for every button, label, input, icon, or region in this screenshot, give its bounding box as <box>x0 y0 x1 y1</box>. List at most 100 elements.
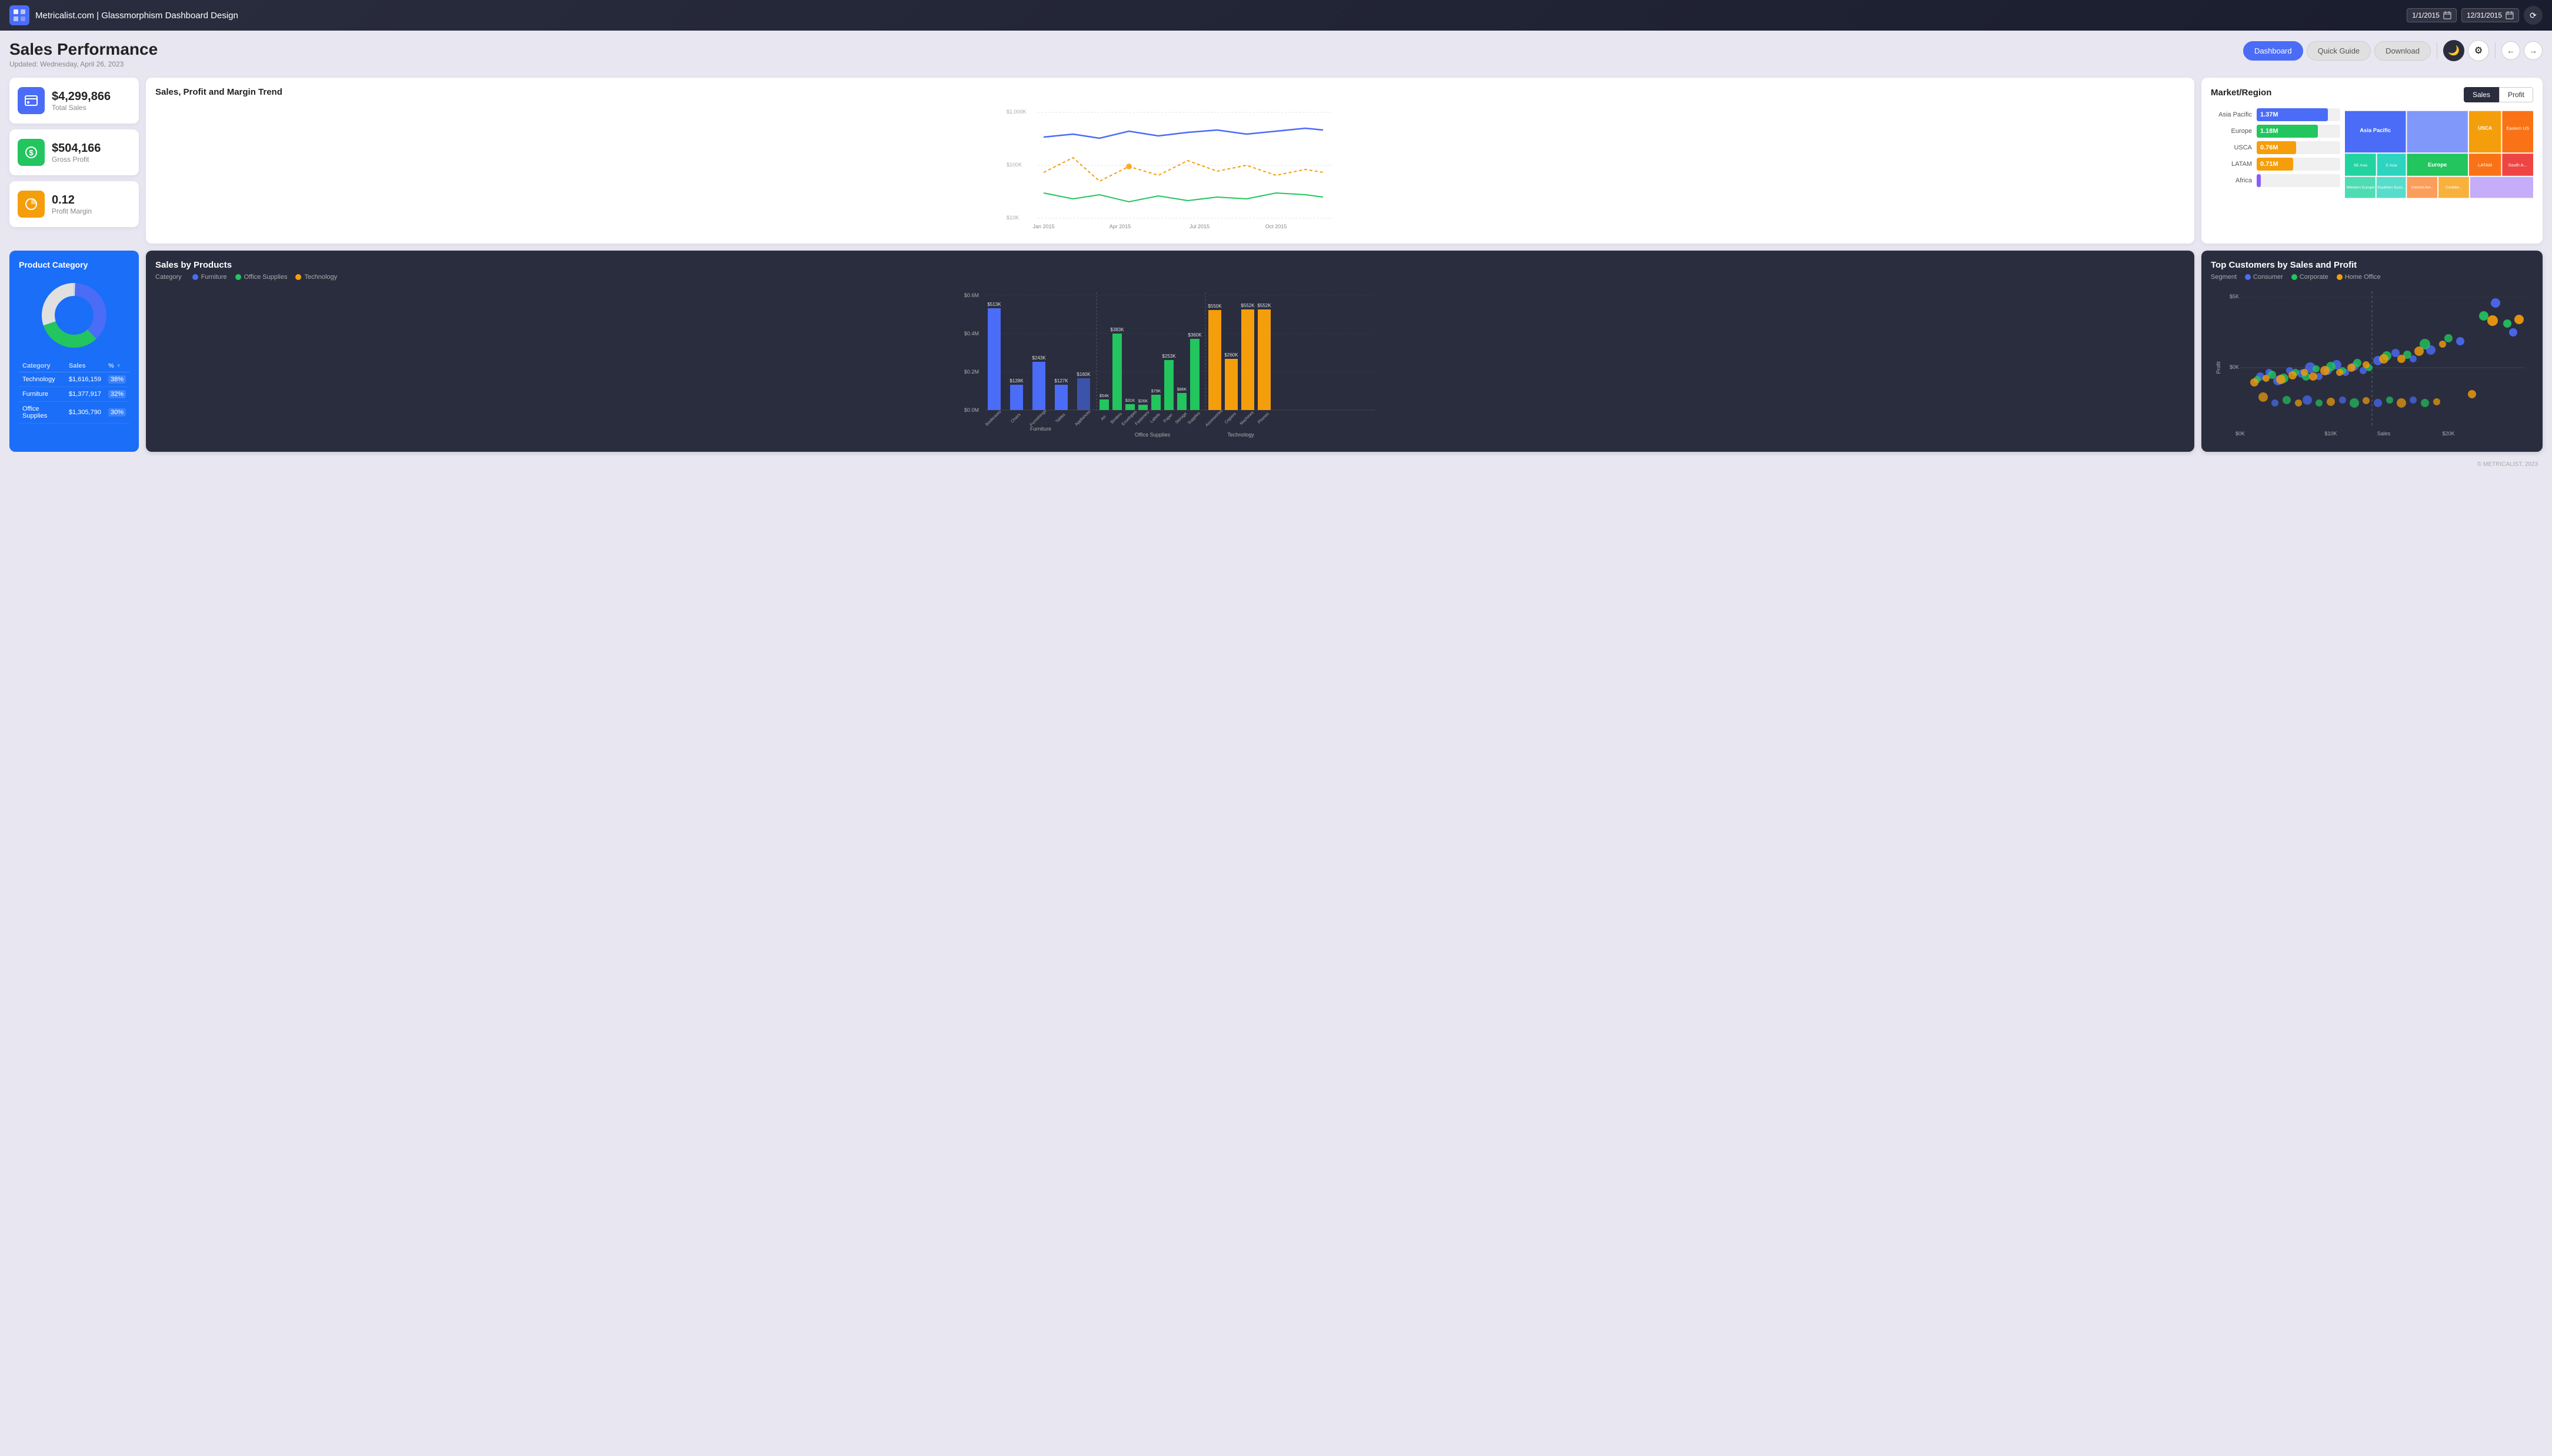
quick-guide-nav-btn[interactable]: Quick Guide <box>2307 41 2371 61</box>
svg-text:$26K: $26K <box>1138 399 1148 404</box>
profit-margin-label: Profit Margin <box>52 207 92 215</box>
bar-fill: 0.76M <box>2257 141 2296 154</box>
market-bar-list: Asia Pacific 1.37M Europe 1.18M USCA <box>2211 108 2340 202</box>
nav-back-btn[interactable]: ← <box>2501 41 2520 60</box>
svg-text:Southern Euro...: Southern Euro... <box>2377 185 2406 189</box>
svg-text:$54K: $54K <box>1100 394 1110 398</box>
bar-row-europe: Europe 1.18M <box>2211 125 2340 138</box>
bar-track <box>2257 174 2340 187</box>
date-end-input[interactable]: 12/31/2015 <box>2461 8 2519 22</box>
bar-chart-svg: $0.6M $0.4M $0.2M $0.0M $513K Bookcases … <box>155 286 2185 439</box>
svg-text:$0.6M: $0.6M <box>964 292 979 298</box>
dashboard-nav-btn[interactable]: Dashboard <box>2243 41 2303 61</box>
products-title: Sales by Products <box>155 260 2185 270</box>
svg-text:Technology: Technology <box>1227 432 1254 438</box>
app-header: Metricalist.com | Glassmorphism Dashboar… <box>0 0 2552 31</box>
refresh-icon-btn[interactable]: ⟳ <box>2524 6 2543 25</box>
category-table: Category Sales % ▼ Technology $1,616,159… <box>19 360 129 424</box>
svg-text:$10K: $10K <box>2324 431 2337 437</box>
product-category-title: Product Category <box>19 260 129 269</box>
page-subtitle: Updated: Wednesday, April 26, 2023 <box>9 60 158 68</box>
nav-forward-btn[interactable]: → <box>2524 41 2543 60</box>
treemap-svg: Asia Pacific USCA Eastern US SE Asia E A… <box>2345 108 2533 202</box>
svg-text:$552K: $552K <box>1241 303 1255 308</box>
svg-text:Binders: Binders <box>1110 412 1123 425</box>
app-title: Metricalist.com | Glassmorphism Dashboar… <box>35 11 238 21</box>
svg-text:$0K: $0K <box>2236 431 2245 437</box>
table-row: Furniture $1,377,917 32% <box>19 387 129 402</box>
top-customers-card: Top Customers by Sales and Profit Segmen… <box>2201 251 2543 452</box>
svg-text:$86K: $86K <box>1177 388 1187 392</box>
table-row: Technology $1,616,159 38% <box>19 372 129 387</box>
main-content: Sales Performance Updated: Wednesday, Ap… <box>0 31 2552 479</box>
svg-text:Jan 2015: Jan 2015 <box>1032 224 1054 229</box>
bar-fill: 1.18M <box>2257 125 2318 138</box>
svg-text:$243K: $243K <box>1032 355 1046 361</box>
col-pct-header: % ▼ <box>105 360 129 372</box>
treemap-container: Asia Pacific USCA Eastern US SE Asia E A… <box>2345 108 2533 202</box>
svg-text:$10K: $10K <box>1007 215 1019 221</box>
svg-text:Supplies: Supplies <box>1187 411 1201 425</box>
bar-fill: 1.37M <box>2257 108 2328 121</box>
kpi-column: $4,299,866 Total Sales $ $504,166 Gross … <box>9 78 139 244</box>
svg-text:Furniture: Furniture <box>1030 426 1051 432</box>
svg-text:Western Europe: Western Europe <box>2347 185 2375 189</box>
date-start-input[interactable]: 1/1/2015 <box>2407 8 2457 22</box>
scatter-svg: $5K $0K $0K $10K $20K Profit Sales <box>2211 285 2533 438</box>
bar-fill: 0.71M <box>2257 158 2293 171</box>
bar-label: Africa <box>2211 177 2252 184</box>
nav-divider-2 <box>2495 42 2496 59</box>
moon-icon-btn[interactable]: 🌙 <box>2443 40 2464 61</box>
total-sales-value: $4,299,866 <box>52 90 111 104</box>
product-category-card: Product Category <box>9 251 139 452</box>
total-sales-label: Total Sales <box>52 104 111 112</box>
svg-text:$0.4M: $0.4M <box>964 331 979 336</box>
svg-text:SE Asia: SE Asia <box>2354 164 2367 168</box>
market-toggle: Sales Profit <box>2464 87 2533 102</box>
col-sales-header: Sales <box>65 360 105 372</box>
svg-text:Eastern US: Eastern US <box>2506 126 2528 131</box>
bottom-grid: Product Category <box>9 251 2543 452</box>
svg-text:Accessories: Accessories <box>1205 409 1224 428</box>
sales-by-products-card: Sales by Products Category Furniture Off… <box>146 251 2194 452</box>
profit-margin-kpi: 0.12 Profit Margin <box>9 181 139 227</box>
svg-text:$360K: $360K <box>1188 332 1202 338</box>
svg-text:Profit: Profit <box>2215 361 2221 374</box>
market-content: Asia Pacific 1.37M Europe 1.18M USCA <box>2211 108 2533 202</box>
legend-tech: Technology <box>295 274 337 281</box>
footer-text: © METRICALIST, 2023 <box>2477 461 2538 468</box>
svg-text:Caribbe...: Caribbe... <box>2446 185 2463 189</box>
total-sales-info: $4,299,866 Total Sales <box>52 90 111 112</box>
market-sales-toggle[interactable]: Sales <box>2464 87 2499 102</box>
trend-chart-svg: $1,000K $100K $10K Jan 2015 Apr 2015 Jul… <box>155 102 2185 231</box>
market-profit-toggle[interactable]: Profit <box>2499 87 2533 102</box>
bar-row-africa: Africa <box>2211 174 2340 187</box>
legend-corporate: Corporate <box>2291 274 2328 281</box>
table-row: Office Supplies $1,305,790 30% <box>19 402 129 424</box>
svg-text:Tables: Tables <box>1055 412 1067 424</box>
market-region-card: Market/Region Sales Profit Asia Pacific … <box>2201 78 2543 244</box>
svg-text:Bookcases: Bookcases <box>985 409 1002 427</box>
svg-text:Labels: Labels <box>1150 412 1161 424</box>
svg-text:$127K: $127K <box>1054 378 1068 384</box>
scatter-title: Top Customers by Sales and Profit <box>2211 260 2533 270</box>
svg-text:$0.0M: $0.0M <box>964 407 979 413</box>
svg-text:$31K: $31K <box>1125 399 1135 403</box>
page-title-group: Sales Performance Updated: Wednesday, Ap… <box>9 40 158 68</box>
svg-text:$513K: $513K <box>987 302 1001 307</box>
total-sales-kpi: $4,299,866 Total Sales <box>9 78 139 124</box>
trend-chart-title: Sales, Profit and Margin Trend <box>155 87 2185 97</box>
svg-text:E Asia: E Asia <box>2386 164 2397 168</box>
logo-icon <box>9 5 29 25</box>
footer: © METRICALIST, 2023 <box>9 459 2543 470</box>
header-right: 1/1/2015 12/31/2015 ⟳ <box>2407 6 2543 25</box>
profit-margin-info: 0.12 Profit Margin <box>52 194 92 215</box>
settings-icon-btn[interactable]: ⚙ <box>2468 40 2489 61</box>
donut-container <box>19 280 129 351</box>
svg-text:$100K: $100K <box>1007 162 1022 168</box>
products-legend: Category Furniture Office Supplies Techn… <box>155 274 2185 281</box>
gross-profit-info: $504,166 Gross Profit <box>52 142 101 164</box>
bar-label: USCA <box>2211 144 2252 151</box>
download-nav-btn[interactable]: Download <box>2374 41 2431 61</box>
total-sales-icon <box>18 87 45 114</box>
